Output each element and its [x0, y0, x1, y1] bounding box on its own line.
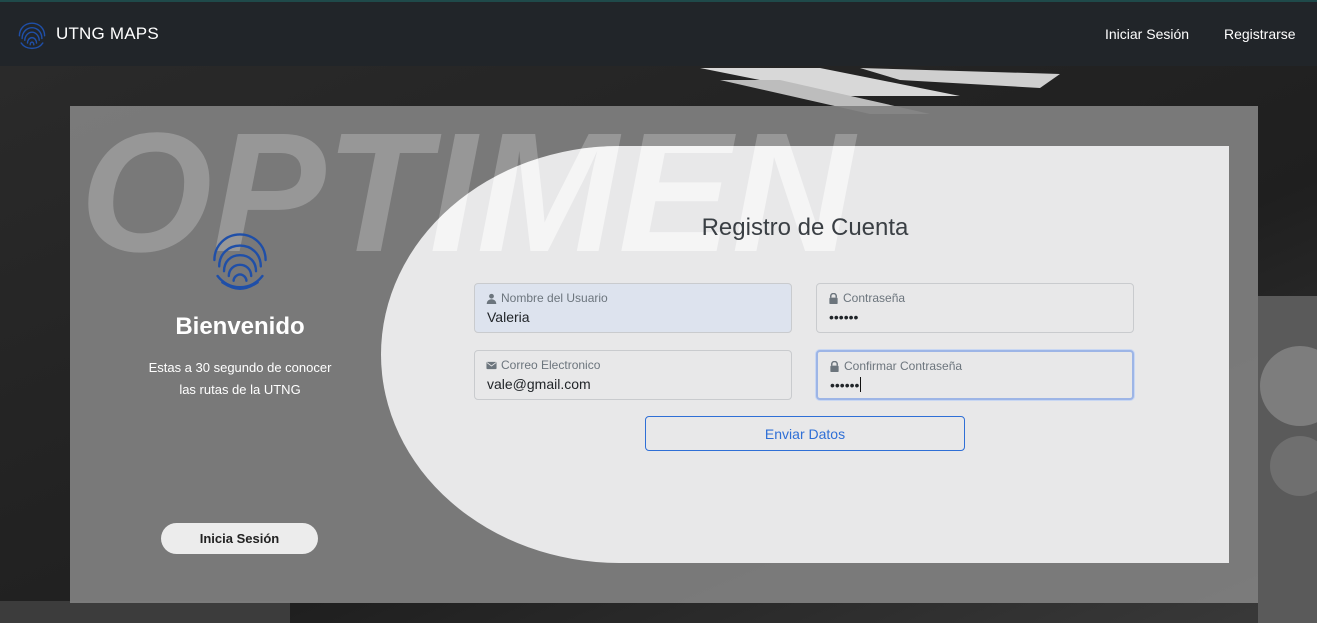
email-field[interactable]: Correo Electronico vale@gmail.com — [474, 350, 792, 400]
register-card: OPTIMEN Registro de Cuenta Nombre del Us… — [381, 146, 1229, 563]
fingerprint-logo-icon — [18, 22, 46, 50]
email-label: Correo Electronico — [501, 358, 601, 372]
password-value: •••••• — [829, 309, 859, 325]
fingerprint-icon — [213, 233, 267, 291]
user-icon — [486, 293, 497, 304]
confirm-password-value-wrap: •••••• — [830, 377, 862, 393]
envelope-icon — [486, 361, 497, 369]
welcome-text: Estas a 30 segundo de conocer las rutas … — [148, 360, 332, 397]
text-cursor — [860, 377, 862, 392]
confirm-password-label: Confirmar Contraseña — [844, 359, 963, 373]
submit-button[interactable]: Enviar Datos — [645, 416, 965, 451]
email-value: vale@gmail.com — [487, 376, 591, 392]
form-title: Registro de Cuenta — [701, 214, 909, 241]
username-label-wrap: Nombre del Usuario — [486, 291, 608, 305]
username-value: Valeria — [487, 309, 530, 325]
username-label: Nombre del Usuario — [501, 291, 608, 305]
brand[interactable]: UTNG MAPS — [14, 16, 159, 52]
lock-icon — [829, 292, 838, 304]
brand-name: UTNG MAPS — [56, 24, 159, 43]
password-label: Contraseña — [843, 291, 906, 305]
username-field[interactable]: Nombre del Usuario Valeria — [474, 283, 792, 333]
main-container: OPTIMEN Bienvenido Estas a 30 segundo de… — [70, 106, 1258, 603]
top-navbar: UTNG MAPS Iniciar Sesión Registrarse — [0, 0, 1317, 66]
password-field[interactable]: Contraseña •••••• — [816, 283, 1134, 333]
welcome-title: Bienvenido — [175, 313, 305, 340]
nav-login-link[interactable]: Iniciar Sesión — [1105, 26, 1189, 42]
login-button[interactable]: Inicia Sesión — [161, 523, 318, 554]
password-label-wrap: Contraseña — [828, 291, 905, 305]
confirm-password-label-wrap: Confirmar Contraseña — [829, 359, 962, 373]
confirm-password-field[interactable]: Confirmar Contraseña •••••• — [816, 350, 1134, 400]
nav-register-link[interactable]: Registrarse — [1224, 26, 1296, 42]
lock-icon — [830, 360, 839, 372]
confirm-password-value: •••••• — [830, 377, 860, 393]
email-label-wrap: Correo Electronico — [486, 358, 600, 372]
